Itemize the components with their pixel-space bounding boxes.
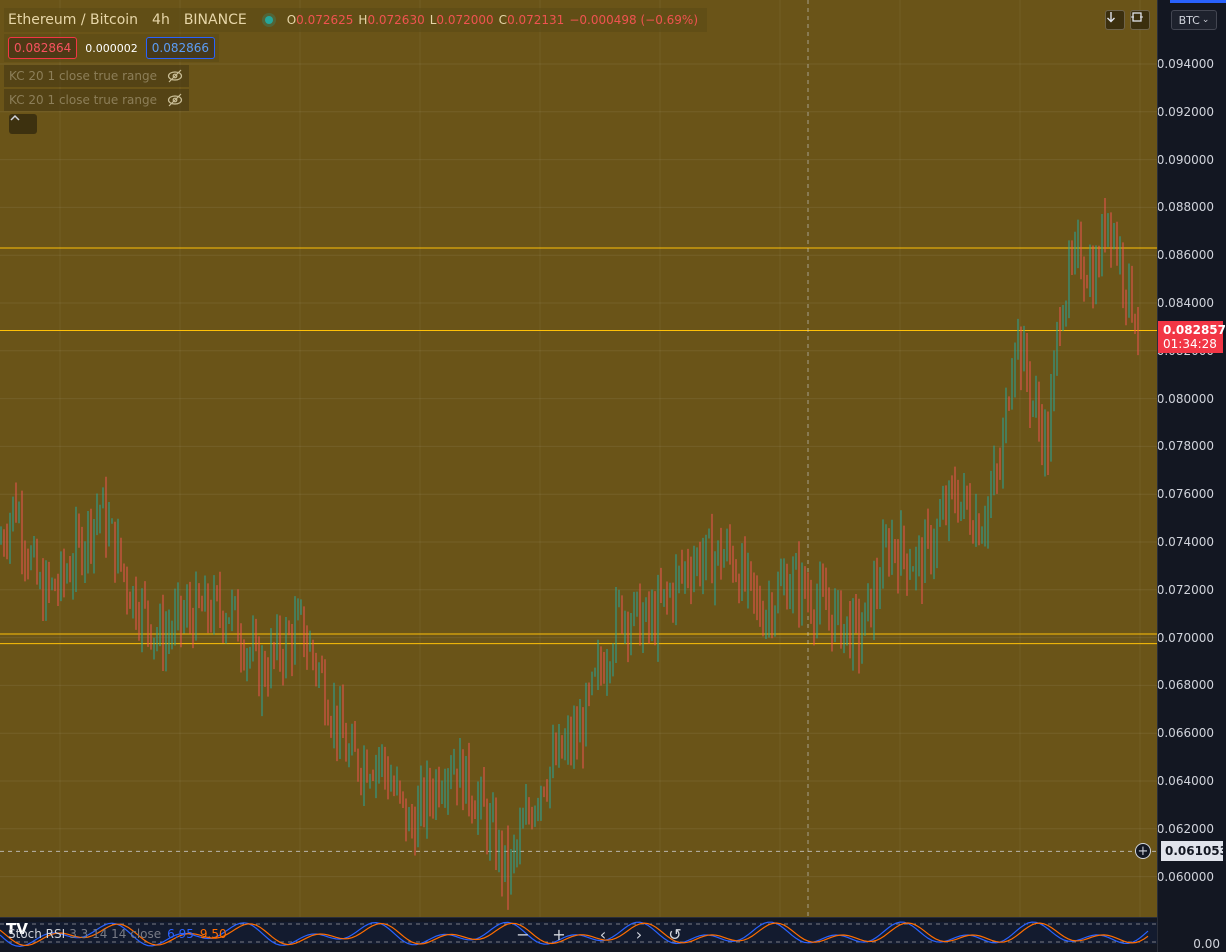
stoch-k-value: 6.95 — [167, 927, 194, 941]
eye-off-icon[interactable] — [167, 69, 183, 83]
price-tick: 0.062000 — [1157, 821, 1214, 836]
low-label: L — [429, 13, 437, 27]
price-tick: 0.064000 — [1157, 774, 1214, 788]
indicator-name: Stoch RSI — [8, 927, 66, 941]
rsi-axis-tick: 0.00 — [1193, 937, 1220, 951]
change-value: −0.000498 (−0.69%) — [569, 13, 698, 27]
fullscreen-icon[interactable] — [1130, 10, 1150, 30]
candle-countdown: 01:34:28 — [1163, 337, 1217, 352]
chevron-up-icon[interactable] — [9, 114, 37, 134]
price-tick: 0.078000 — [1157, 439, 1214, 454]
symbol-exchange[interactable]: BINANCE — [184, 12, 247, 28]
symbol-legend: Ethereum / Bitcoin 4h BINANCE O 0.072625 … — [4, 8, 707, 32]
main-chart-pane[interactable]: Ethereum / Bitcoin 4h BINANCE O 0.072625 … — [0, 0, 1157, 917]
price-tick: 0.084000 — [1157, 296, 1214, 310]
buy-sell-panel: 0.082864 0.000002 0.082866 — [4, 34, 220, 62]
chevron-right-icon[interactable]: › — [624, 920, 654, 948]
stoch-rsi-legend[interactable]: Stoch RSI 3 3 14 14 close 6.95 9.50 — [8, 927, 227, 941]
high-label: H — [358, 13, 368, 27]
price-axis[interactable]: BTC ⌄ 0.094000 0.092000 0.090000 0.088000 0.… — [1157, 0, 1226, 952]
price-tick: 0.080000 — [1157, 391, 1214, 406]
spread-value: 0.000002 — [85, 41, 138, 55]
indicator-legend-2[interactable]: KC 20 1 close true range — [4, 89, 189, 111]
high-value: 0.072630 — [367, 13, 425, 27]
price-tick: 0.074000 — [1157, 535, 1214, 549]
price-tick: 0.076000 — [1157, 487, 1214, 502]
symbol-interval[interactable]: 4h — [152, 12, 170, 28]
price-tick: 0.086000 — [1157, 248, 1214, 263]
close-value: 0.072131 — [507, 13, 565, 27]
indicator-params: 3 3 14 14 close — [69, 927, 162, 941]
eye-off-icon[interactable] — [167, 93, 183, 107]
buy-button[interactable]: 0.082866 — [145, 37, 216, 59]
price-tick: 0.070000 — [1157, 630, 1214, 645]
stoch-d-value: 9.50 — [199, 927, 227, 941]
price-tick: 0.066000 — [1157, 726, 1214, 741]
currency-button[interactable]: BTC ⌄ — [1171, 10, 1217, 30]
stoch-rsi-pane[interactable]: TV Stoch RSI 3 3 14 14 close 6.95 9.50 −… — [0, 918, 1157, 952]
chevron-left-icon[interactable]: ‹ — [588, 920, 618, 948]
open-value: 0.072625 — [296, 13, 354, 27]
indicator-label: KC 20 1 close true range — [9, 93, 157, 107]
minus-icon[interactable]: − — [508, 920, 538, 948]
axis-accent — [1170, 0, 1226, 3]
current-price: 0.082857 — [1163, 323, 1226, 338]
indicator-label: KC 20 1 close true range — [9, 69, 157, 83]
price-tick: 0.060000 — [1157, 869, 1214, 884]
open-label: O — [286, 13, 297, 27]
sell-button[interactable]: 0.082864 — [8, 37, 78, 59]
crosshair-price-tag: 0.061053 — [1161, 841, 1226, 862]
down-arrow-icon[interactable] — [1105, 10, 1125, 30]
price-tick: 0.072000 — [1157, 582, 1214, 597]
price-tick: 0.092000 — [1157, 104, 1214, 119]
symbol-name[interactable]: Ethereum / Bitcoin — [8, 12, 138, 28]
plus-icon[interactable]: + — [544, 920, 574, 948]
current-price-tag: 0.082857 01:34:28 — [1158, 321, 1226, 354]
chart-navigation: − + ‹ › ↺ — [508, 920, 690, 948]
currency-label: BTC — [1178, 13, 1200, 27]
price-tick: 0.090000 — [1157, 152, 1214, 167]
market-status-icon — [264, 16, 273, 24]
candlestick-chart[interactable] — [0, 0, 1157, 917]
price-tick: 0.088000 — [1157, 200, 1214, 215]
plus-circle-icon[interactable]: + — [1135, 843, 1151, 859]
indicator-legend-1[interactable]: KC 20 1 close true range — [4, 65, 189, 87]
close-label: C — [498, 13, 508, 27]
reset-icon[interactable]: ↺ — [660, 920, 690, 948]
low-value: 0.072000 — [436, 13, 494, 27]
price-tick: 0.094000 — [1157, 57, 1214, 71]
chevron-down-icon: ⌄ — [1201, 15, 1210, 25]
chart-app: Ethereum / Bitcoin 4h BINANCE O 0.072625 … — [0, 0, 1226, 952]
price-tick: 0.068000 — [1157, 678, 1214, 693]
